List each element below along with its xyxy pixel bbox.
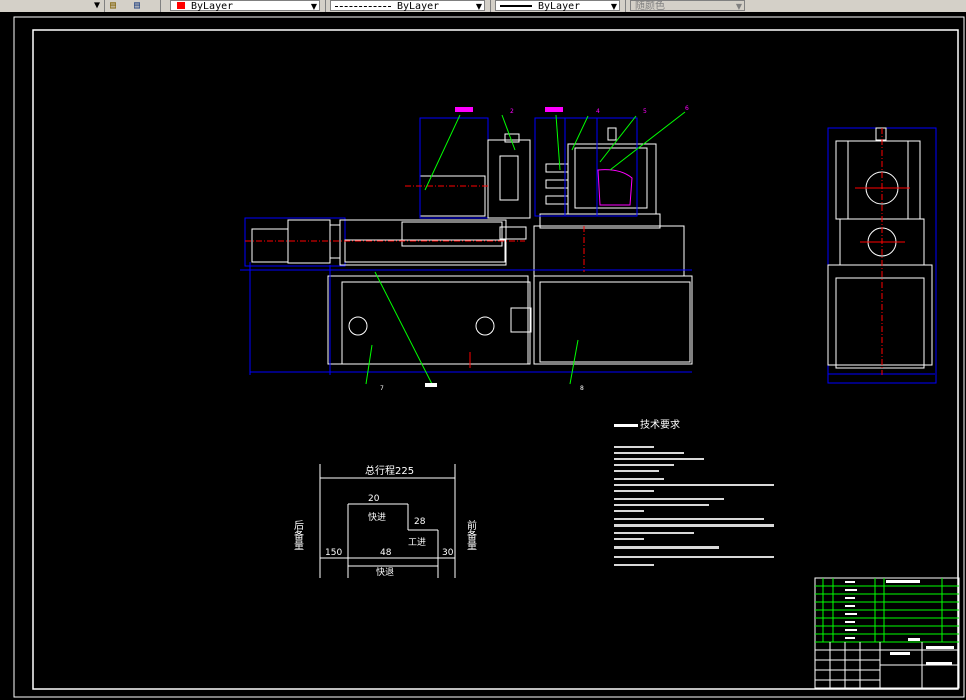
rear-reserve-value: 150 [325, 548, 342, 558]
total-stroke-label: 总行程225 [365, 464, 414, 477]
toolbar-separator [625, 0, 626, 12]
balloon-label: 8 [580, 385, 584, 392]
chevron-down-icon[interactable]: ▼ [736, 2, 742, 11]
front-reserve-label: 前备量 [465, 519, 477, 550]
work-feed-value: 28 [414, 517, 426, 527]
lineweight-control-label: ByLayer [538, 1, 581, 12]
fast-forward-label: 快进 [368, 511, 386, 523]
drawing-canvas[interactable]: 2 4 5 6 7 8 总行程225 20 快进 28 工进 150 48 30… [0, 12, 966, 700]
rear-reserve-label: 后备量 [292, 520, 304, 550]
technical-requirements-title: 技术要求 [640, 418, 680, 431]
lineweight-sample-icon [500, 5, 532, 7]
linetype-sample-icon [335, 6, 391, 7]
toolbar-separator [104, 0, 105, 12]
lineweight-control-dropdown[interactable]: ByLayer ▼ [495, 0, 620, 12]
color-swatch [177, 2, 185, 9]
balloon-1 [455, 107, 473, 112]
plot-style-label: 随颜色 [635, 1, 665, 12]
color-control-label: ByLayer [191, 1, 234, 12]
fast-back-label: 快退 [376, 566, 394, 578]
color-control-dropdown[interactable]: ByLayer ▼ [170, 0, 320, 12]
layer-previous-icon[interactable]: ▤ [134, 0, 140, 11]
dropdown-arrow-icon[interactable]: ▼ [94, 0, 100, 11]
toolbar-separator [160, 0, 161, 12]
chevron-down-icon[interactable]: ▼ [611, 2, 617, 11]
linetype-control-dropdown[interactable]: ByLayer ▼ [330, 0, 485, 12]
toolbar-separator [490, 0, 491, 12]
fast-forward-value: 20 [368, 494, 380, 504]
chevron-down-icon[interactable]: ▼ [476, 2, 482, 11]
fast-back-value: 48 [380, 548, 392, 558]
canvas-background [0, 12, 966, 700]
toolbar-separator [325, 0, 326, 12]
linetype-control-label: ByLayer [397, 1, 440, 12]
title-underline [614, 424, 638, 427]
balloon-label: 4 [596, 108, 600, 115]
balloon-label: 7 [380, 385, 384, 392]
work-feed-label: 工进 [408, 537, 426, 548]
plot-style-control-dropdown[interactable]: 随颜色 ▼ [630, 0, 745, 12]
balloon-label: 2 [510, 108, 514, 115]
balloon-label: 5 [643, 108, 647, 115]
layer-states-icon[interactable]: ▤ [110, 0, 116, 11]
chevron-down-icon[interactable]: ▼ [311, 2, 317, 11]
balloon-label: 6 [685, 105, 689, 112]
balloon-box [425, 383, 437, 387]
balloon-3 [545, 107, 563, 112]
front-reserve-value: 30 [442, 548, 454, 558]
